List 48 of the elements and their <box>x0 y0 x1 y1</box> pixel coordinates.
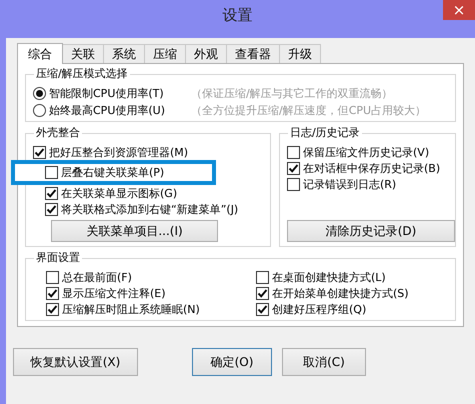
checkbox-label: 创建好压程序组(Q) <box>272 302 366 316</box>
close-button[interactable]: × <box>443 0 475 20</box>
tab[interactable]: 升级 <box>279 44 321 63</box>
hint-text: （保证压缩/解压与其它工作的双重流畅） <box>191 86 393 101</box>
tab[interactable]: 外观 <box>185 44 227 63</box>
tab[interactable]: 系统 <box>103 44 145 63</box>
checkbox-label: 记录错误到日志(R) <box>303 176 396 192</box>
radio-label: 始终最高CPU使用率(U) <box>49 103 166 118</box>
dialog-button[interactable]: 恢复默认设置(X) <box>13 348 138 376</box>
radio-label: 智能限制CPU使用率(T) <box>49 86 165 101</box>
dialog-button[interactable]: 确定(O) <box>192 348 272 376</box>
checkbox-label: 将关联格式添加到右键“新建菜单”(J) <box>61 202 238 216</box>
checkbox[interactable] <box>287 162 300 174</box>
checkbox-label: 层叠右键关联菜单(P) <box>61 165 164 180</box>
checkbox[interactable] <box>256 286 269 300</box>
action-button[interactable]: 关联菜单项目...(I) <box>51 220 218 242</box>
checkbox[interactable] <box>45 166 58 179</box>
checkbox-label: 显示压缩文件注释(E) <box>62 286 166 300</box>
checkbox-label: 总在最前面(F) <box>62 270 132 284</box>
checkbox[interactable] <box>256 270 269 284</box>
checkbox-label: 压缩解压时阻止系统睡眠(N) <box>62 302 200 316</box>
checkbox[interactable] <box>45 202 58 216</box>
tab[interactable]: 压缩 <box>144 44 186 63</box>
checkbox-label: 在桌面创建快捷方式(L) <box>272 270 386 284</box>
radio-button[interactable] <box>33 104 46 117</box>
hint-text: （全方位提升压缩/解压速度，但CPU占用较大） <box>191 103 426 118</box>
group-title: 外壳整合 <box>34 125 82 141</box>
checkbox[interactable] <box>45 186 58 200</box>
radio-button[interactable] <box>33 87 46 100</box>
checkbox[interactable] <box>287 178 300 190</box>
checkbox-label: 在对话框中保存历史记录(B) <box>303 160 440 176</box>
checkbox-label: 把好压整合到资源管理器(M) <box>49 144 188 160</box>
checkbox[interactable] <box>33 146 46 158</box>
dialog-button[interactable]: 取消(C) <box>282 348 366 376</box>
window-title: 设置 <box>222 5 252 26</box>
tab[interactable]: 查看器 <box>226 44 280 63</box>
checkbox[interactable] <box>287 146 300 158</box>
tab[interactable]: 综合 <box>17 43 63 64</box>
checkbox[interactable] <box>46 286 59 300</box>
checkbox-label: 保留压缩文件历史记录(V) <box>303 144 430 160</box>
checkbox[interactable] <box>256 302 269 316</box>
checkbox-label: 在关联菜单显示图标(G) <box>61 186 178 200</box>
action-button[interactable]: 清除历史记录(D) <box>287 220 455 242</box>
group-title: 日志/历史记录 <box>288 125 362 141</box>
tab[interactable]: 关联 <box>62 44 104 63</box>
checkbox-label: 在开始菜单创建快捷方式(S) <box>272 286 409 300</box>
checkbox[interactable] <box>46 302 59 316</box>
checkbox[interactable] <box>46 270 59 284</box>
